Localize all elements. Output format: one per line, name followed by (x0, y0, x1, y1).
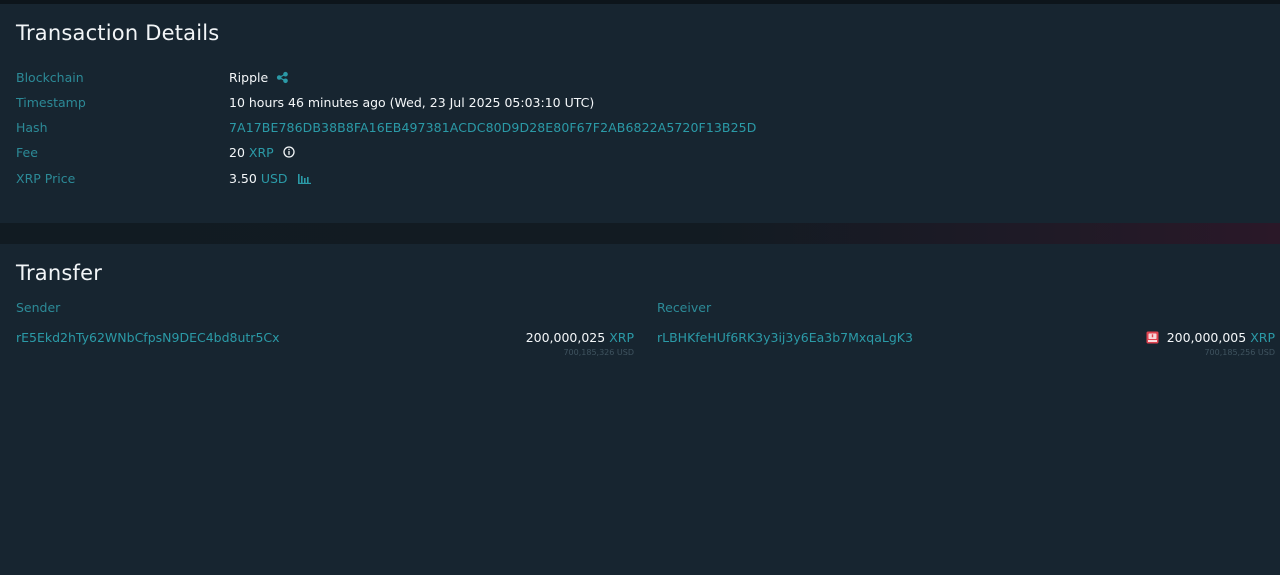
ripple-logo-icon (276, 71, 289, 87)
transfer-panel: Transfer Sender rE5Ekd2hTy62WNbCfpsN9DEC… (0, 244, 1280, 575)
label-timestamp: Timestamp (16, 95, 86, 110)
value-fee: 20 XRP (229, 145, 295, 161)
label-fee: Fee (16, 145, 38, 160)
section-divider (0, 223, 1280, 244)
value-blockchain: Ripple (229, 70, 289, 87)
receiver-label: Receiver (657, 300, 712, 315)
section-title-details: Transaction Details (16, 21, 220, 45)
sender-amount-value: 200,000,025 (525, 330, 606, 345)
sender-amount-unit: XRP (609, 330, 634, 345)
price-amount: 3.50 (229, 171, 257, 186)
transaction-details-panel: Transaction Details Blockchain Ripple Ti… (0, 4, 1280, 223)
label-blockchain: Blockchain (16, 70, 84, 85)
fee-amount: 20 (229, 145, 245, 160)
alert-flag-icon (1146, 331, 1159, 347)
value-xrp-price: 3.50 USD (229, 171, 311, 187)
info-circle-icon[interactable] (283, 146, 295, 161)
section-title-transfer: Transfer (16, 261, 103, 285)
blockchain-name: Ripple (229, 70, 269, 85)
hash-link[interactable]: 7A17BE786DB38B8FA16EB497381ACDC80D9D28E8… (229, 120, 756, 135)
receiver-amount-value: 200,000,005 (1166, 330, 1247, 345)
sender-address-link[interactable]: rE5Ekd2hTy62WNbCfpsN9DEC4bd8utr5Cx (16, 330, 280, 345)
label-xrp-price: XRP Price (16, 171, 76, 186)
receiver-address-link[interactable]: rLBHKfeHUf6RK3y3ij3y6Ea3b7MxqaLgK3 (657, 330, 913, 345)
bar-chart-icon[interactable] (297, 172, 311, 187)
label-hash: Hash (16, 120, 48, 135)
fee-unit: XRP (248, 145, 274, 160)
sender-usd-value: 700,185,326 USD (563, 348, 634, 357)
value-timestamp: 10 hours 46 minutes ago (Wed, 23 Jul 202… (229, 95, 595, 110)
receiver-amount-unit: XRP (1250, 330, 1275, 345)
receiver-amount: 200,000,005 XRP (1146, 330, 1275, 347)
sender-label: Sender (16, 300, 61, 315)
receiver-usd-value: 700,185,256 USD (1204, 348, 1275, 357)
sender-amount: 200,000,025 XRP (526, 330, 634, 345)
price-unit: USD (260, 171, 288, 186)
